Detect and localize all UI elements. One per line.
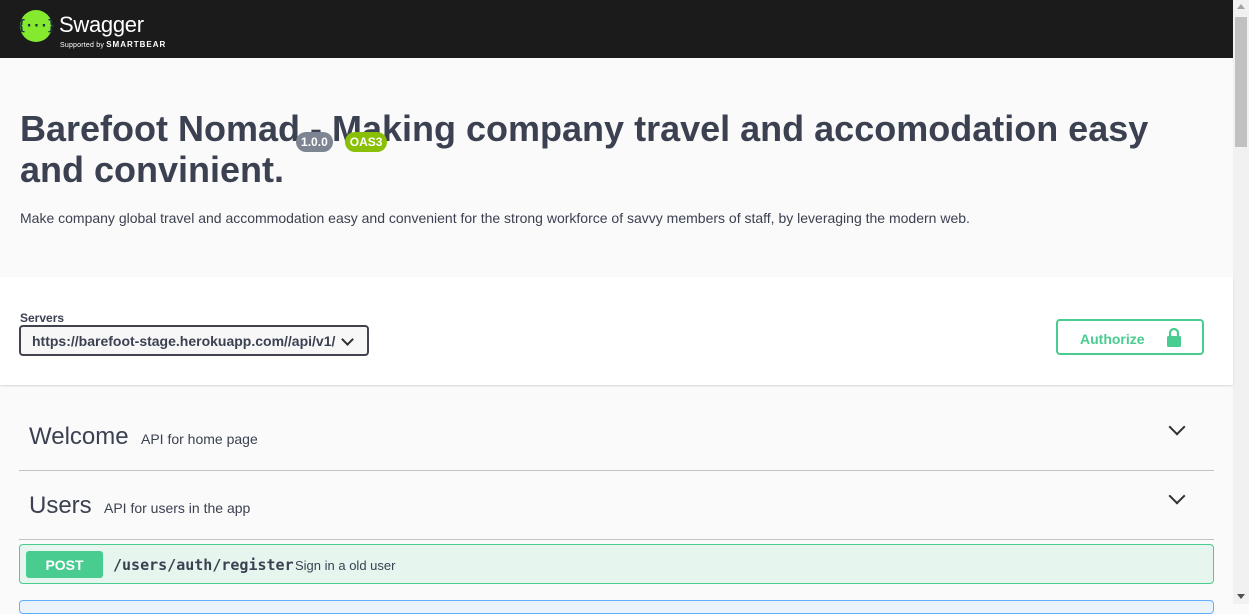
tag-name: Users xyxy=(29,492,92,519)
tag-section-welcome[interactable]: Welcome API for home page xyxy=(19,401,1214,471)
chevron-down-icon[interactable] xyxy=(1168,487,1186,505)
chevron-down-icon xyxy=(341,333,354,346)
servers-label: Servers xyxy=(20,311,65,325)
operation-path: /users/auth/register xyxy=(113,556,294,574)
method-badge: POST xyxy=(26,551,103,578)
operation-post-register[interactable]: POST /users/auth/register Sign in a old … xyxy=(19,544,1214,584)
swagger-logo-icon[interactable]: {···} xyxy=(17,10,56,42)
authorize-label: Authorize xyxy=(1080,331,1145,347)
api-info: Barefoot Nomad - Making company travel a… xyxy=(20,108,1220,190)
version-badge: 1.0.0 xyxy=(296,132,333,152)
scroll-up-arrow-icon[interactable] xyxy=(1237,4,1245,9)
scrollbar-thumb[interactable] xyxy=(1235,17,1247,147)
top-bar: {···} Swagger Supported by SMARTBEAR xyxy=(0,0,1233,58)
api-description: Make company global travel and accommoda… xyxy=(20,210,970,226)
supported-by-label: Supported by xyxy=(60,42,105,49)
tag-description: API for home page xyxy=(141,431,258,447)
smartbear-label: SMARTBEAR xyxy=(106,40,167,49)
servers-selected-value: https://barefoot-stage.herokuapp.com//ap… xyxy=(32,333,336,349)
supported-by-text: Supported by SMARTBEAR xyxy=(60,40,166,49)
authorize-button[interactable]: Authorize xyxy=(1056,319,1204,355)
api-title-text: Barefoot Nomad - Making company travel a… xyxy=(20,108,1149,190)
operation-next-partial[interactable] xyxy=(19,600,1214,614)
scheme-container: Servers https://barefoot-stage.herokuapp… xyxy=(0,277,1233,385)
lock-icon xyxy=(1167,327,1181,347)
api-title: Barefoot Nomad - Making company travel a… xyxy=(20,108,1220,190)
tag-section-users[interactable]: Users API for users in the app xyxy=(19,470,1214,540)
oas-badge: OAS3 xyxy=(344,132,388,152)
scroll-down-arrow-icon[interactable] xyxy=(1237,594,1245,599)
chevron-down-icon[interactable] xyxy=(1168,418,1186,436)
operation-summary: Sign in a old user xyxy=(295,558,396,573)
tag-name: Welcome xyxy=(29,423,129,450)
swagger-logo-text[interactable]: Swagger xyxy=(59,12,144,38)
servers-select[interactable]: https://barefoot-stage.herokuapp.com//ap… xyxy=(19,325,369,356)
tag-description: API for users in the app xyxy=(104,500,251,516)
